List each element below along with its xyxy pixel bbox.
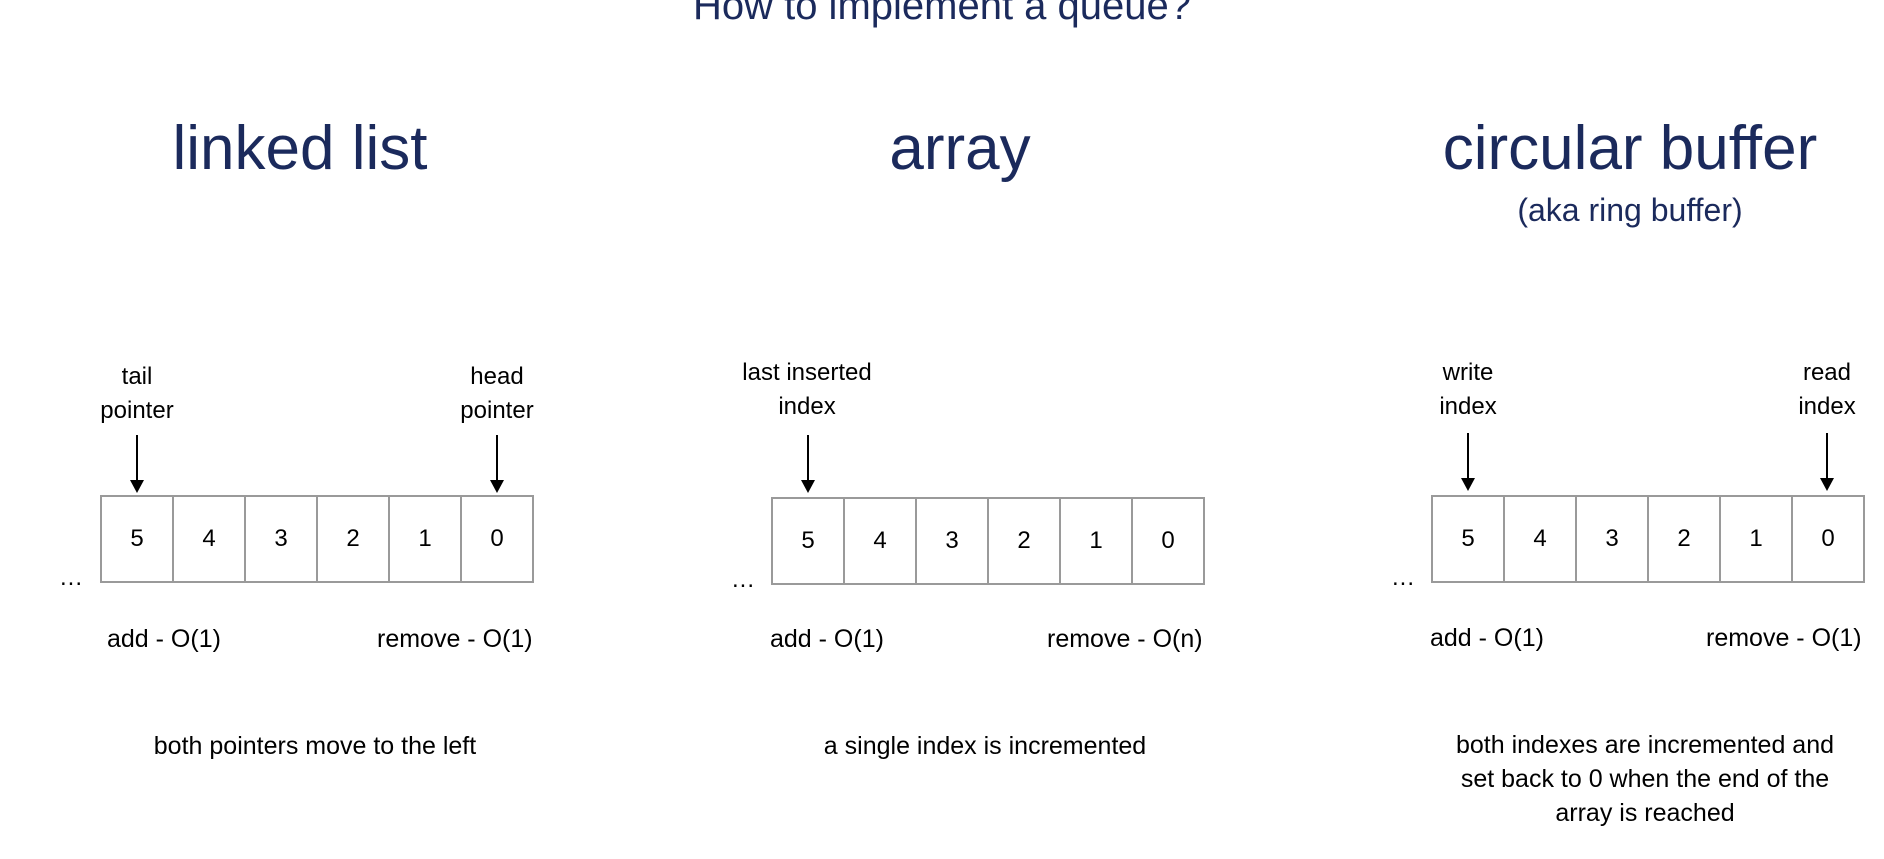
label-line: pointer xyxy=(460,397,534,424)
ellipsis: ... xyxy=(732,566,756,593)
read-index-label: read index xyxy=(1767,356,1884,424)
section-title: array xyxy=(889,114,1031,183)
label-line: index xyxy=(1439,393,1497,420)
queue-cells: 5 4 3 2 1 0 xyxy=(100,495,534,583)
queue-cell: 3 xyxy=(917,497,989,585)
add-complexity: add - O(1) xyxy=(107,625,221,653)
add-complexity: add - O(1) xyxy=(1430,624,1544,652)
label-line: index xyxy=(778,393,836,420)
queue-cell: 5 xyxy=(102,495,174,583)
queue-cell: 5 xyxy=(1433,495,1505,583)
description-line: set back to 0 when the end of the xyxy=(1460,765,1830,793)
queue-cell: 0 xyxy=(462,495,534,583)
label-line: write xyxy=(1442,359,1494,386)
label-line: head xyxy=(470,363,524,390)
queue-cell: 3 xyxy=(1577,495,1649,583)
head-pointer-arrow xyxy=(490,435,504,493)
queue-cell: 4 xyxy=(845,497,917,585)
head-pointer-label: head pointer xyxy=(437,360,557,428)
description-line: both pointers move to the left xyxy=(153,732,477,760)
queue-cell: 4 xyxy=(174,495,246,583)
description-line: array is reached xyxy=(1555,799,1735,827)
label-line: tail xyxy=(121,363,153,390)
ellipsis: ... xyxy=(60,564,84,591)
section-description: a single index is incremented xyxy=(780,729,1190,763)
add-complexity: add - O(1) xyxy=(770,625,884,653)
queue-cells: 5 4 3 2 1 0 xyxy=(1431,495,1865,583)
queue-cell: 3 xyxy=(246,495,318,583)
queue-cell: 1 xyxy=(1061,497,1133,585)
section-subtitle: (aka ring buffer) xyxy=(1517,192,1743,228)
last-inserted-index-arrow xyxy=(801,435,815,493)
queue-cell: 2 xyxy=(989,497,1061,585)
last-inserted-index-label: last inserted index xyxy=(717,356,897,424)
label-line: index xyxy=(1798,393,1856,420)
label-line: read xyxy=(1802,359,1852,386)
queue-cell: 2 xyxy=(318,495,390,583)
remove-complexity: remove - O(1) xyxy=(1706,624,1862,652)
label-line: last inserted xyxy=(742,359,872,386)
ellipsis: ... xyxy=(1392,564,1416,591)
queue-cell: 1 xyxy=(390,495,462,583)
queue-cell: 0 xyxy=(1793,495,1865,583)
queue-cell: 2 xyxy=(1649,495,1721,583)
remove-complexity: remove - O(1) xyxy=(377,625,533,653)
read-index-arrow xyxy=(1820,433,1834,491)
description-line: a single index is incremented xyxy=(823,732,1147,760)
queue-cell: 0 xyxy=(1133,497,1205,585)
queue-cell: 4 xyxy=(1505,495,1577,583)
label-line: pointer xyxy=(100,397,174,424)
write-index-label: write index xyxy=(1408,356,1528,424)
section-description: both pointers move to the left xyxy=(100,729,530,763)
description-line: both indexes are incremented and xyxy=(1455,731,1835,759)
section-description: both indexes are incremented and set bac… xyxy=(1430,728,1860,830)
section-title: circular buffer xyxy=(1442,114,1818,183)
queue-cells: 5 4 3 2 1 0 xyxy=(771,497,1205,585)
slide-title: How to implement a queue? xyxy=(692,0,1192,28)
queue-cell: 1 xyxy=(1721,495,1793,583)
tail-pointer-label: tail pointer xyxy=(77,360,197,428)
queue-cell: 5 xyxy=(773,497,845,585)
write-index-arrow xyxy=(1461,433,1475,491)
section-title: linked list xyxy=(172,114,428,183)
tail-pointer-arrow xyxy=(130,435,144,493)
remove-complexity: remove - O(n) xyxy=(1047,625,1203,653)
